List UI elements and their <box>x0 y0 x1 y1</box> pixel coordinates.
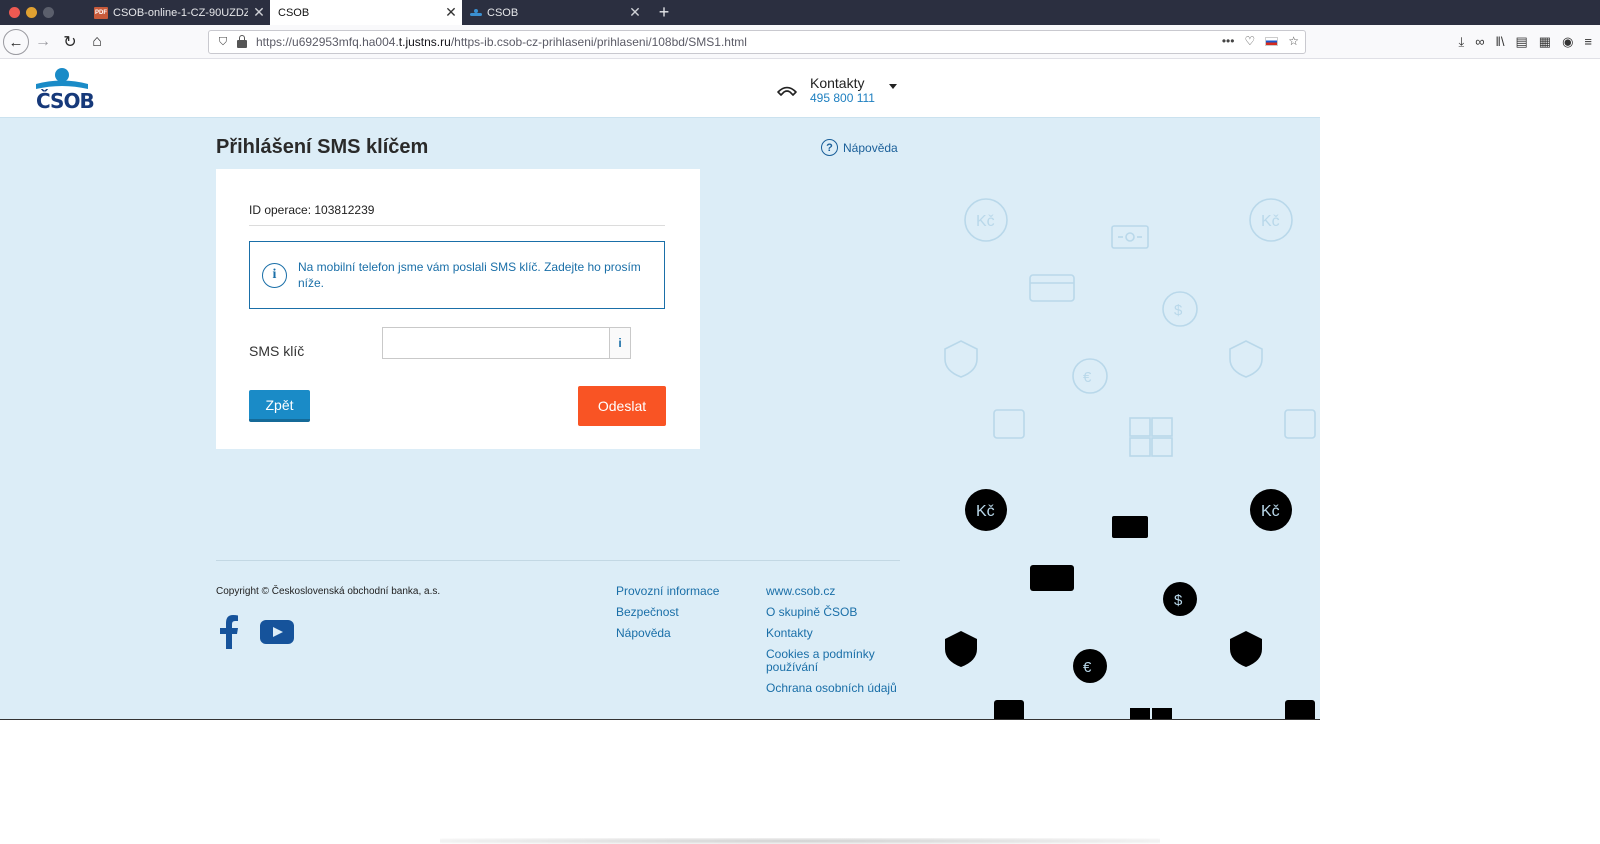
info-icon: i <box>262 262 287 288</box>
footer-link-cookies[interactable]: Cookies a podmínky používání <box>766 648 916 674</box>
question-icon: ? <box>821 139 838 156</box>
tab-pdf[interactable]: PDF CSOB-online-1-CZ-90UZDZ.pdf ✕ <box>86 0 270 25</box>
bookmark-star-icon[interactable]: ☆ <box>1288 34 1299 48</box>
svg-text:€: € <box>1083 369 1092 386</box>
youtube-icon[interactable] <box>260 620 294 644</box>
help-link[interactable]: ? Nápověda <box>821 139 898 156</box>
footer-link-csob-web[interactable]: www.csob.cz <box>766 585 916 598</box>
sms-key-label: SMS klíč <box>249 343 305 359</box>
window-zoom-button[interactable] <box>43 7 54 18</box>
close-icon[interactable]: ✕ <box>440 4 462 21</box>
pocket-icon[interactable]: ♡ <box>1244 34 1255 48</box>
lock-icon[interactable] <box>237 35 247 48</box>
download-icon[interactable]: ⤓ <box>1458 34 1464 50</box>
contacts-phone[interactable]: 495 800 111 <box>810 91 875 105</box>
account-icon[interactable]: ◉ <box>1562 34 1573 50</box>
logo-text: ČSOB <box>36 89 95 113</box>
sms-login-card: ID operace: 103812239 i Na mobilní telef… <box>216 169 700 449</box>
tab-title: CSOB-online-1-CZ-90UZDZ.pdf <box>113 6 248 19</box>
info-message-box: i Na mobilní telefon jsme vám poslali SM… <box>249 241 665 309</box>
social-links <box>220 615 294 649</box>
forward-arrow-icon[interactable]: → <box>30 29 56 55</box>
sms-info-button[interactable]: i <box>610 327 631 359</box>
page-title: Přihlášení SMS klíčem <box>216 136 429 158</box>
private-mask-icon[interactable]: ∞ <box>1475 34 1484 50</box>
tab-title: CSOB <box>487 6 519 19</box>
page-actions-icon[interactable]: ••• <box>1222 34 1235 48</box>
reload-icon[interactable]: ↻ <box>57 29 83 55</box>
phone-icon <box>777 86 797 96</box>
page: ČSOB Kontakty 495 800 111 Přihlášení SMS… <box>0 59 1320 719</box>
footer-links-col-2: www.csob.cz O skupině ČSOB Kontakty Cook… <box>766 585 916 703</box>
footer-links-col-1: Provozní informace Bezpečnost Nápověda <box>616 585 719 648</box>
contacts-dropdown[interactable]: Kontakty 495 800 111 <box>776 75 897 105</box>
tab-csob-active[interactable]: CSOB ✕ <box>270 0 462 25</box>
menu-icon[interactable]: ≡ <box>1584 34 1592 50</box>
home-icon[interactable]: ⌂ <box>84 29 110 55</box>
window-minimize-button[interactable] <box>26 7 37 18</box>
decorative-finance-icons: Kč Kč $ € <box>944 198 1316 719</box>
pdf-icon: PDF <box>94 6 108 19</box>
copyright: Copyright © Československá obchodní bank… <box>216 586 441 597</box>
window-close-button[interactable] <box>9 7 20 18</box>
back-button[interactable]: Zpět <box>249 390 310 422</box>
reader-icon[interactable]: ▦ <box>1539 34 1551 50</box>
footer-link-o-skupine[interactable]: O skupině ČSOB <box>766 606 916 619</box>
footer-divider <box>216 560 900 561</box>
footer-link-provozni-informace[interactable]: Provozní informace <box>616 585 719 598</box>
info-message: Na mobilní telefon jsme vám poslali SMS … <box>298 260 641 290</box>
browser-nav-bar: ← → ↻ ⌂ ⛉ https://u692953mfq.ha004.t.jus… <box>0 25 1600 59</box>
contacts-title: Kontakty <box>810 75 865 91</box>
svg-text:Kč: Kč <box>976 213 995 230</box>
tab-csob[interactable]: CSOB ✕ <box>462 0 646 25</box>
address-bar[interactable]: ⛉ https://u692953mfq.ha004.t.justns.ru/h… <box>208 30 1306 54</box>
chevron-down-icon[interactable] <box>888 84 897 89</box>
library-icon[interactable]: ‖\ <box>1495 34 1504 50</box>
operation-id: ID operace: 103812239 <box>249 203 375 217</box>
footer-link-napoveda[interactable]: Nápověda <box>616 627 719 640</box>
new-tab-button[interactable]: + <box>652 0 676 25</box>
footer-link-ochrana-udaju[interactable]: Ochrana osobních údajů <box>766 682 916 695</box>
window-shadow <box>440 838 1160 844</box>
send-button[interactable]: Odeslat <box>578 386 666 426</box>
csob-favicon-icon <box>470 8 482 17</box>
facebook-icon[interactable] <box>220 615 238 649</box>
sms-key-input[interactable] <box>382 327 610 359</box>
tracking-shield-icon[interactable]: ⛉ <box>217 36 229 49</box>
tab-title: CSOB <box>278 6 310 19</box>
close-icon[interactable]: ✕ <box>624 4 646 21</box>
browser-tab-bar: PDF CSOB-online-1-CZ-90UZDZ.pdf ✕ CSOB ✕… <box>0 0 1600 25</box>
svg-text:$: $ <box>1174 302 1183 319</box>
divider <box>249 225 665 226</box>
url-text[interactable]: https://u692953mfq.ha004.t.justns.ru/htt… <box>256 35 747 49</box>
language-flag-icon[interactable] <box>1265 36 1279 46</box>
site-header: ČSOB Kontakty 495 800 111 <box>0 59 1320 118</box>
footer-link-kontakty[interactable]: Kontakty <box>766 627 916 640</box>
sidebar-icon[interactable]: ▤ <box>1515 34 1527 50</box>
footer-link-bezpecnost[interactable]: Bezpečnost <box>616 606 719 619</box>
back-arrow-icon[interactable]: ← <box>3 29 29 55</box>
svg-text:Kč: Kč <box>1261 213 1280 230</box>
close-icon[interactable]: ✕ <box>248 4 270 21</box>
help-label: Nápověda <box>843 140 898 155</box>
csob-logo[interactable]: ČSOB <box>36 67 95 113</box>
page-bottom-border <box>0 719 1320 720</box>
